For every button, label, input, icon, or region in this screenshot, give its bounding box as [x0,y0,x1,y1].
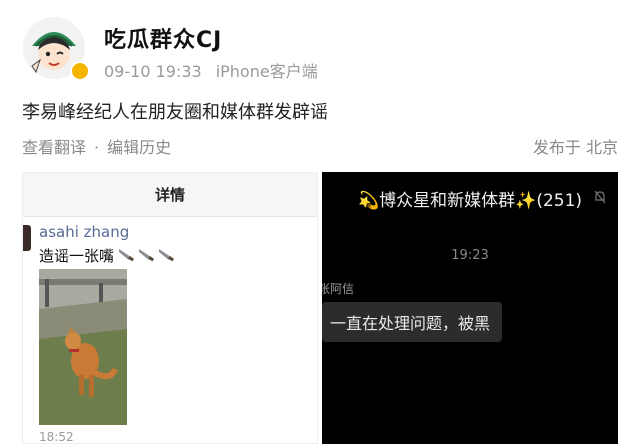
group-chat-screenshot-image[interactable]: 💫博众星和新媒体群✨(251) 19:23 张阿信 一直在处理问题，被黑 [322,172,618,444]
moments-detail-header: 详情 [23,173,317,217]
translate-link[interactable]: 查看翻译 [22,138,86,157]
post-meta: 09-10 19:33 iPhone客户端 [104,58,332,82]
action-separator: · [94,138,100,157]
post-location: 发布于 北京 [532,138,618,157]
chat-time: 19:23 [451,248,489,263]
moment-time: 18:52 [39,430,74,444]
post-actions: 查看翻译 · 编辑历史 [22,134,171,158]
moment-text: 造谣一张嘴 [39,247,115,265]
post-text: 李易峰经纪人在朋友圈和媒体群发辟谣 [22,102,328,123]
group-name: 博众星和新媒体群 [379,191,516,211]
moment-username: asahi zhang [39,223,130,241]
moments-screenshot-image[interactable]: 详情 asahi zhang 造谣一张嘴 18:52 [22,172,318,444]
sparkles-emoji: ✨ [515,191,537,211]
message-sender: 张阿信 [322,282,355,296]
post-timestamp: 09-10 19:33 [104,62,202,81]
dizzy-emoji: 💫 [357,191,380,211]
verified-badge-icon [70,61,90,81]
message-bubble: 一直在处理问题，被黑 [322,302,503,342]
knife-emoji-icon [119,249,175,262]
group-chat-title: 💫博众星和新媒体群✨(251) [322,186,618,211]
post-client: iPhone客户端 [215,62,318,81]
mute-bell-icon [594,190,606,204]
member-count: (251) [536,191,583,211]
dog-photo [39,269,127,425]
moment-avatar [23,225,31,251]
post-username[interactable]: 吃瓜群众CJ [104,22,222,54]
edit-history-link[interactable]: 编辑历史 [107,138,171,157]
